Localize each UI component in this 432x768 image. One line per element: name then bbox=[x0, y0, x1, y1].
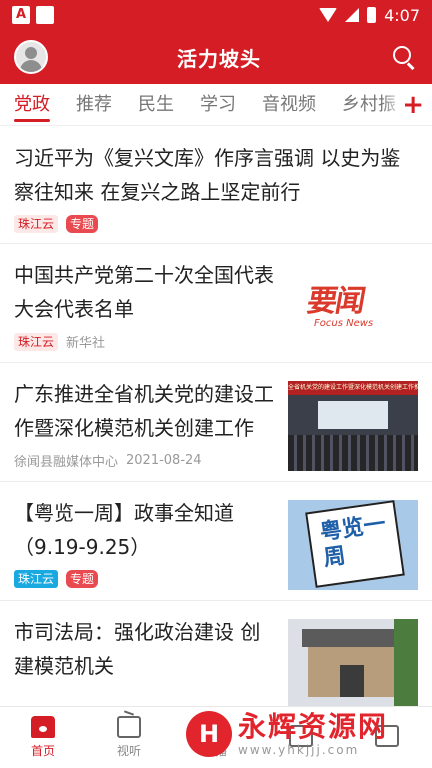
home-icon bbox=[31, 716, 55, 738]
bottom-navigation: 首页 视听 直播 永辉资源网 www.yhkjjj.com bbox=[0, 706, 432, 768]
search-icon[interactable] bbox=[390, 43, 418, 71]
news-text: 中国共产党第二十次全国代表大会代表名单 珠江云 新华社 bbox=[14, 258, 276, 352]
news-text: 【粤览一周】政事全知道（9.19-9.25） 珠江云 专题 bbox=[14, 496, 276, 590]
topic-tag: 专题 bbox=[66, 215, 99, 233]
nav-live[interactable]: 直播 bbox=[172, 707, 258, 768]
news-title: 广东推进全省机关党的建设工作暨深化模范机关创建工作 bbox=[14, 382, 274, 440]
tab-yinshipin[interactable]: 音视频 bbox=[262, 84, 316, 125]
notification-icon bbox=[36, 6, 54, 24]
news-title: 【粤览一周】政事全知道（9.19-9.25） bbox=[14, 501, 234, 559]
status-right: 4:07 bbox=[319, 6, 420, 25]
tabs-more: + bbox=[382, 84, 432, 125]
thumb-tree bbox=[394, 619, 418, 706]
thumb-crowd bbox=[288, 435, 418, 471]
tv-icon bbox=[117, 716, 141, 738]
search-icon-handle bbox=[407, 62, 415, 70]
news-meta: 珠江云 新华社 bbox=[14, 332, 276, 351]
app-header: 活力坡头 bbox=[0, 30, 432, 84]
news-title: 中国共产党第二十次全国代表大会代表名单 bbox=[14, 263, 274, 321]
news-meta: 珠江云 专题 bbox=[14, 215, 418, 233]
source-tag: 珠江云 bbox=[14, 570, 59, 588]
news-title: 习近平为《复兴文库》作序言强调 以史为鉴 察往知来 在复兴之路上坚定前行 bbox=[14, 146, 401, 204]
channel-tabs: 党政 推荐 民生 学习 音视频 乡村振 + bbox=[0, 84, 432, 126]
avatar[interactable] bbox=[14, 40, 48, 74]
tab-dangzheng[interactable]: 党政 bbox=[14, 84, 50, 125]
page-title: 活力坡头 bbox=[177, 46, 261, 71]
nav-5[interactable] bbox=[344, 707, 430, 768]
live-icon bbox=[203, 716, 227, 738]
news-feed[interactable]: 习近平为《复兴文库》作序言强调 以史为鉴 察往知来 在复兴之路上坚定前行 珠江云… bbox=[0, 127, 432, 706]
thumb-door bbox=[340, 665, 364, 697]
nav-video[interactable]: 视听 bbox=[86, 707, 172, 768]
topic-tag: 专题 bbox=[66, 570, 99, 588]
tab-xuexi[interactable]: 学习 bbox=[200, 84, 236, 125]
status-left bbox=[12, 6, 54, 24]
news-thumbnail: 全省机关党的建设工作暨深化模范机关创建工作推进会 bbox=[288, 381, 418, 471]
tab-tuijian[interactable]: 推荐 bbox=[76, 84, 112, 125]
nav-label: 视听 bbox=[116, 744, 141, 758]
thumb-banner: 全省机关党的建设工作暨深化模范机关创建工作推进会 bbox=[288, 381, 418, 395]
nav-label: 直播 bbox=[202, 744, 227, 758]
news-date: 2021-08-24 bbox=[126, 453, 202, 468]
nav-label: 首页 bbox=[30, 744, 55, 758]
signal-icon bbox=[345, 8, 360, 22]
news-thumbnail: 粤览一周 bbox=[288, 500, 418, 590]
source-tag: 珠江云 bbox=[14, 215, 59, 233]
news-source: 徐闻县融媒体中心 bbox=[14, 455, 119, 470]
news-thumbnail bbox=[288, 619, 418, 706]
news-text: 广东推进全省机关党的建设工作暨深化模范机关创建工作 徐闻县融媒体中心 2021-… bbox=[14, 377, 276, 471]
thumb-card: 粤览一周 bbox=[305, 500, 405, 588]
battery-icon bbox=[367, 7, 377, 23]
nav-icon bbox=[375, 724, 399, 747]
nav-4[interactable] bbox=[258, 707, 344, 768]
status-time: 4:07 bbox=[384, 5, 420, 25]
news-source: 新华社 bbox=[66, 336, 106, 351]
thumb-small-text: Focus News bbox=[314, 318, 374, 329]
news-item[interactable]: 中国共产党第二十次全国代表大会代表名单 珠江云 新华社 要闻 Focus New… bbox=[0, 244, 432, 363]
news-item[interactable]: 市司法局：强化政治建设 创建模范机关 bbox=[0, 601, 432, 706]
app-notification-icon bbox=[12, 6, 30, 24]
wifi-icon bbox=[319, 8, 338, 22]
tab-minsheng[interactable]: 民生 bbox=[138, 84, 174, 125]
thumb-card-text: 粤览一周 bbox=[318, 511, 388, 572]
thumb-big-text: 要闻 bbox=[304, 284, 367, 319]
thumb-roof bbox=[302, 629, 402, 647]
source-tag: 珠江云 bbox=[14, 332, 59, 351]
news-thumbnail: 要闻 Focus News bbox=[288, 262, 418, 352]
status-bar: 4:07 bbox=[0, 0, 432, 30]
news-item[interactable]: 习近平为《复兴文库》作序言强调 以史为鉴 察往知来 在复兴之路上坚定前行 珠江云… bbox=[0, 127, 432, 244]
news-item[interactable]: 【粤览一周】政事全知道（9.19-9.25） 珠江云 专题 粤览一周 bbox=[0, 482, 432, 601]
nav-icon bbox=[289, 724, 313, 747]
news-item[interactable]: 广东推进全省机关党的建设工作暨深化模范机关创建工作 徐闻县融媒体中心 2021-… bbox=[0, 363, 432, 482]
thumb-screen bbox=[318, 401, 388, 429]
nav-home[interactable]: 首页 bbox=[0, 707, 86, 768]
news-meta: 徐闻县融媒体中心 2021-08-24 bbox=[14, 451, 276, 470]
add-channel-icon[interactable]: + bbox=[402, 92, 424, 118]
news-title: 市司法局：强化政治建设 创建模范机关 bbox=[14, 620, 261, 678]
news-text: 市司法局：强化政治建设 创建模范机关 bbox=[14, 615, 276, 706]
news-meta: 珠江云 专题 bbox=[14, 570, 276, 588]
